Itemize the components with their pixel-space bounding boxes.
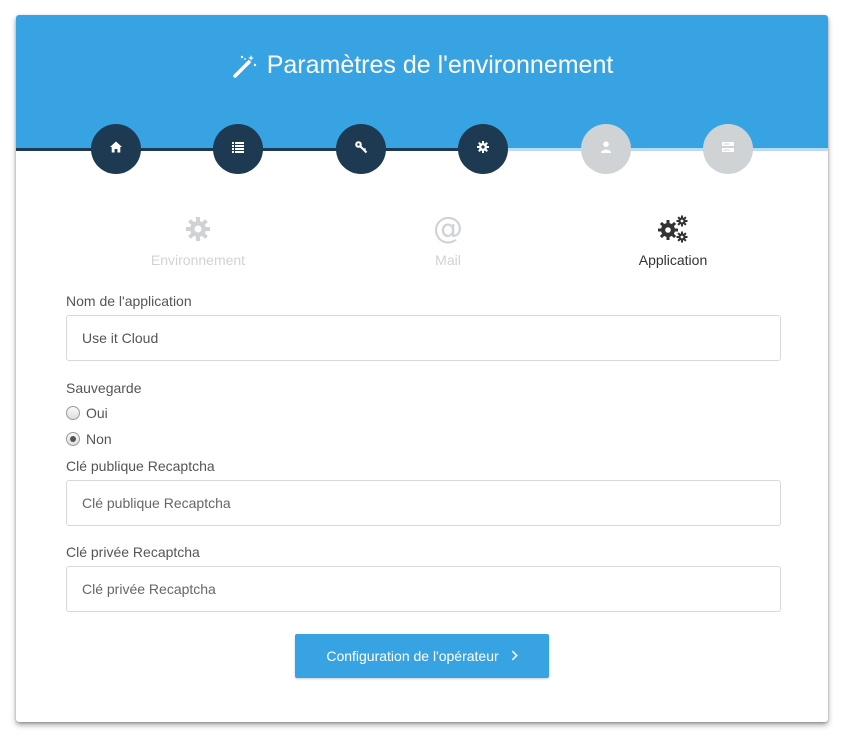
step-list[interactable] <box>213 124 263 174</box>
radio-non-label: Non <box>86 431 112 447</box>
recaptcha-private-label: Clé privée Recaptcha <box>66 544 200 560</box>
recaptcha-public-input[interactable] <box>66 480 781 526</box>
list-icon <box>231 140 245 159</box>
gear-icon <box>476 140 490 159</box>
server-icon <box>721 140 735 159</box>
at-icon: @ <box>433 211 463 246</box>
chevron-right-icon <box>511 648 518 664</box>
backup-option-oui[interactable]: Oui <box>66 405 108 421</box>
backup-label: Sauvegarde <box>66 380 142 396</box>
install-wizard-card: Paramètres de l'environnement Environnem… <box>16 15 828 722</box>
tab-environnement-label: Environnement <box>150 252 246 268</box>
tab-environnement[interactable]: Environnement <box>98 213 298 268</box>
recaptcha-public-label: Clé publique Recaptcha <box>66 458 215 474</box>
gear-icon <box>98 213 298 245</box>
settings-tabs: Environnement @ Mail Application <box>66 213 778 273</box>
step-server[interactable] <box>703 124 753 174</box>
operator-config-button[interactable]: Configuration de l'opérateur <box>295 634 549 678</box>
tab-application-label: Application <box>638 252 708 268</box>
tab-mail-label: Mail <box>435 252 461 268</box>
app-name-input[interactable] <box>66 315 781 361</box>
progress-line-pending <box>486 148 828 151</box>
wizard-header: Paramètres de l'environnement <box>16 15 828 149</box>
key-icon <box>354 140 368 159</box>
step-home[interactable] <box>91 124 141 174</box>
recaptcha-private-input[interactable] <box>66 566 781 612</box>
page-title-text: Paramètres de l'environnement <box>266 51 614 79</box>
magic-wand-icon <box>231 53 257 79</box>
gears-icon <box>573 213 773 245</box>
radio-non[interactable] <box>66 432 80 446</box>
radio-oui[interactable] <box>66 406 80 420</box>
operator-config-button-label: Configuration de l'opérateur <box>326 648 499 664</box>
page-title: Paramètres de l'environnement <box>16 51 828 80</box>
tab-mail[interactable]: @ Mail <box>348 211 548 269</box>
backup-option-non[interactable]: Non <box>66 431 112 447</box>
step-settings[interactable] <box>458 124 508 174</box>
step-user[interactable] <box>581 124 631 174</box>
radio-oui-label: Oui <box>86 405 108 421</box>
user-icon <box>599 140 613 159</box>
step-key[interactable] <box>336 124 386 174</box>
tab-application[interactable]: Application <box>573 213 773 268</box>
app-name-label: Nom de l'application <box>66 293 192 309</box>
home-icon <box>109 140 123 159</box>
